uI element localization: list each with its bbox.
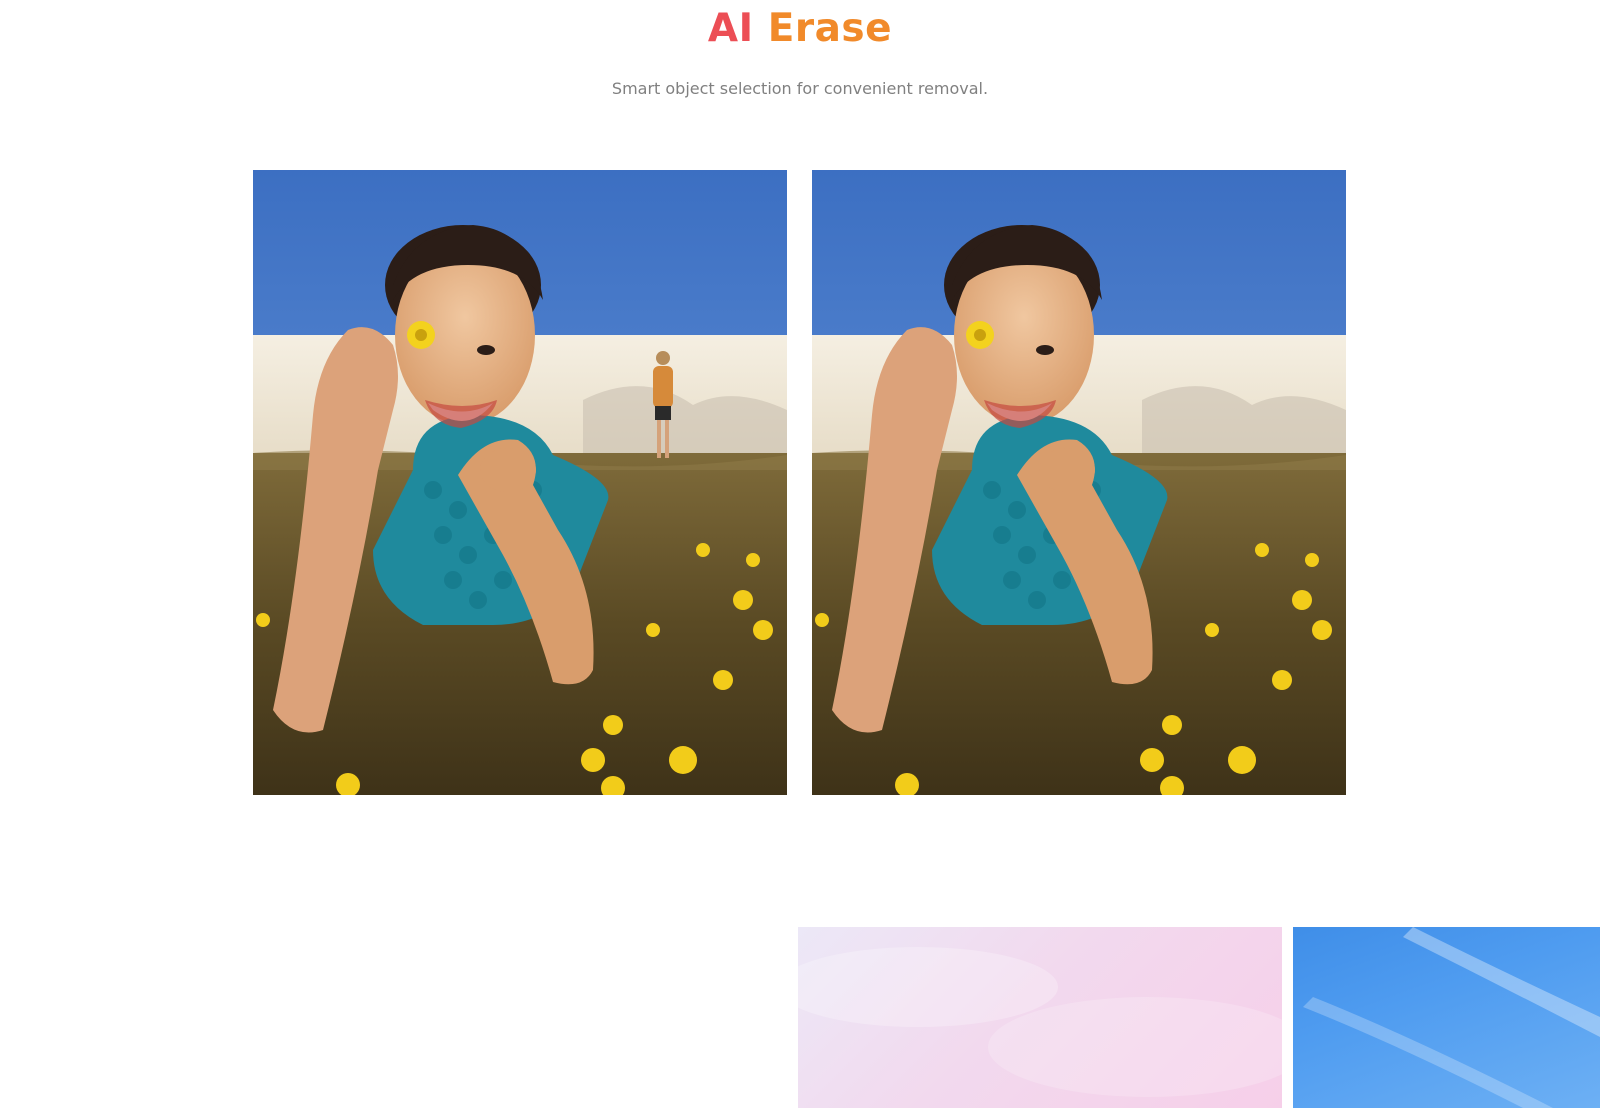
title-word-ai: AI (707, 6, 754, 51)
pink-sky-tile (798, 927, 1282, 1108)
after-photo (812, 170, 1346, 795)
held-flower (407, 321, 435, 349)
title-word-erase: Erase (767, 6, 893, 51)
blue-sky-tile (1293, 927, 1600, 1108)
section-title: AI Erase (0, 4, 1600, 54)
after-photo-illustration (812, 170, 1346, 795)
before-photo-illustration (253, 170, 787, 795)
pink-clouds-illustration (798, 947, 1282, 1097)
section-subtitle: Smart object selection for convenient re… (611, 79, 989, 98)
before-photo (253, 170, 787, 795)
ai-erase-page: AI Erase Smart object selection for conv… (0, 0, 1600, 1108)
held-flower (966, 321, 994, 349)
blue-sky-illustration (1303, 927, 1600, 1108)
